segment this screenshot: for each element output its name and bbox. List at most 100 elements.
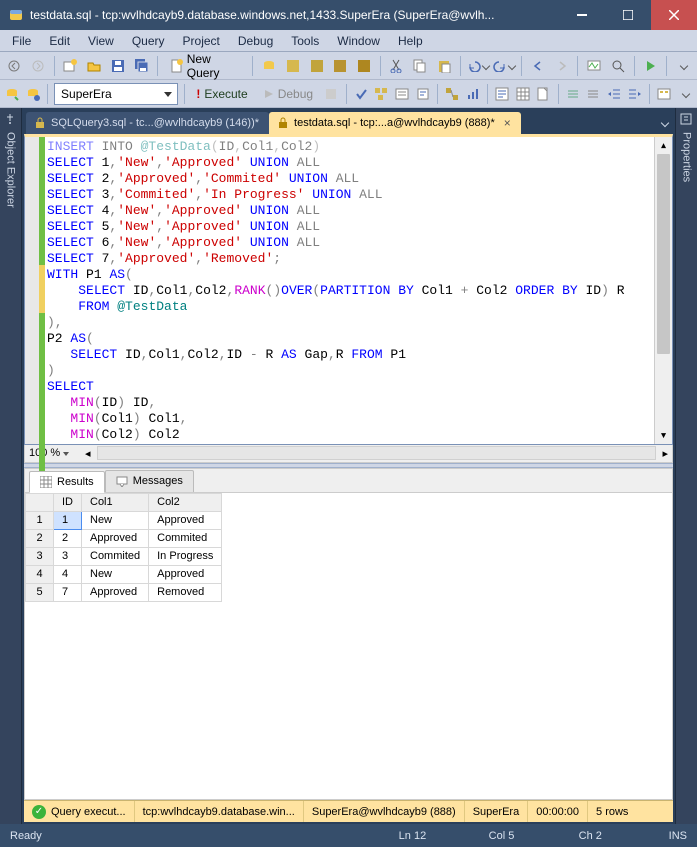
toolbar2-overflow-icon[interactable] xyxy=(676,83,693,105)
xmla-query-icon[interactable] xyxy=(354,55,374,77)
indent-icon[interactable] xyxy=(626,83,643,105)
results-tab[interactable]: Results xyxy=(29,471,105,493)
menu-file[interactable]: File xyxy=(4,32,39,50)
horizontal-scrollbar[interactable] xyxy=(97,446,657,460)
mdx-query-icon[interactable] xyxy=(307,55,327,77)
forward-button[interactable] xyxy=(28,55,48,77)
menu-view[interactable]: View xyxy=(80,32,122,50)
include-plan-icon[interactable] xyxy=(444,83,461,105)
estimated-plan-icon[interactable] xyxy=(373,83,390,105)
document-tabs: SQLQuery3.sql - tc...@wvlhdcayb9 (146))*… xyxy=(24,110,673,134)
zoom-combo[interactable]: 100 % xyxy=(29,447,79,459)
grid-icon xyxy=(40,476,52,488)
paste-button[interactable] xyxy=(434,55,454,77)
app-icon xyxy=(8,7,24,23)
sql-editor-toolbar: SuperEra ! Execute Debug xyxy=(0,80,697,108)
copy-button[interactable] xyxy=(411,55,431,77)
hscroll-right-icon[interactable]: ▸ xyxy=(662,447,668,460)
nav-fwd-icon[interactable] xyxy=(552,55,572,77)
hscroll-left-icon[interactable]: ◂ xyxy=(85,447,91,460)
messages-tab[interactable]: Messages xyxy=(105,470,194,492)
tab-sqlquery3-label: SQLQuery3.sql - tc...@wvlhdcayb9 (146))* xyxy=(51,117,259,129)
back-button[interactable] xyxy=(4,55,24,77)
status-ch: Ch 2 xyxy=(579,830,639,842)
connect-icon[interactable] xyxy=(4,83,21,105)
dmx-query-icon[interactable] xyxy=(330,55,350,77)
col-col1[interactable]: Col1 xyxy=(82,493,149,511)
table-row: 44NewApproved xyxy=(26,565,222,583)
activity-monitor-icon[interactable] xyxy=(584,55,604,77)
app-status-bar: Ready Ln 12 Col 5 Ch 2 INS xyxy=(0,824,697,847)
col-id[interactable]: ID xyxy=(54,493,82,511)
results-to-grid-icon[interactable] xyxy=(514,83,531,105)
results-to-text-icon[interactable] xyxy=(494,83,511,105)
code-content[interactable]: INSERT INTO @TestData(ID,Col1,Col2) SELE… xyxy=(45,137,654,444)
db-engine-query-icon[interactable] xyxy=(259,55,279,77)
rownum-header[interactable] xyxy=(26,493,54,511)
menu-debug[interactable]: Debug xyxy=(230,32,281,50)
query-options-icon[interactable] xyxy=(394,83,411,105)
execute-button[interactable]: ! Execute xyxy=(190,83,253,105)
scroll-up-icon[interactable]: ▴ xyxy=(655,137,672,154)
find-icon[interactable] xyxy=(608,55,628,77)
status-ins: INS xyxy=(669,830,687,842)
menu-tools[interactable]: Tools xyxy=(283,32,327,50)
tab-testdata[interactable]: testdata.sql - tcp:...a@wvlhdcayb9 (888)… xyxy=(269,112,521,134)
vertical-scrollbar[interactable]: ▴ ▾ xyxy=(654,137,672,444)
parse-icon[interactable] xyxy=(352,83,369,105)
database-combo-value: SuperEra xyxy=(61,87,112,101)
menu-window[interactable]: Window xyxy=(329,32,388,50)
undo-button[interactable] xyxy=(467,55,489,77)
object-explorer-tab[interactable]: Object Explorer xyxy=(0,108,22,824)
elapsed-cell: 00:00:00 xyxy=(528,801,588,822)
new-query-label: New Query xyxy=(187,52,241,80)
intellisense-icon[interactable] xyxy=(414,83,431,105)
menubar: File Edit View Query Project Debug Tools… xyxy=(0,30,697,52)
start-icon[interactable] xyxy=(641,55,661,77)
new-query-button[interactable]: New Query xyxy=(164,55,246,77)
toolbar-overflow-icon[interactable] xyxy=(673,55,693,77)
cut-button[interactable] xyxy=(387,55,407,77)
as-query-icon[interactable] xyxy=(283,55,303,77)
results-tabs: Results Messages xyxy=(24,468,673,492)
results-grid[interactable]: ID Col1 Col2 11NewApproved 22ApprovedCom… xyxy=(24,492,673,801)
include-stats-icon[interactable] xyxy=(464,83,481,105)
save-all-button[interactable] xyxy=(132,55,152,77)
cancel-query-icon[interactable] xyxy=(323,83,340,105)
maximize-button[interactable] xyxy=(605,0,651,30)
specify-template-icon[interactable] xyxy=(656,83,673,105)
col-col2[interactable]: Col2 xyxy=(149,493,222,511)
menu-edit[interactable]: Edit xyxy=(41,32,78,50)
editor-gutter xyxy=(25,137,39,444)
debug-button[interactable]: Debug xyxy=(258,83,319,105)
code-editor[interactable]: INSERT INTO @TestData(ID,Col1,Col2) SELE… xyxy=(24,134,673,445)
scroll-thumb[interactable] xyxy=(657,154,670,354)
save-button[interactable] xyxy=(108,55,128,77)
database-combo[interactable]: SuperEra xyxy=(54,83,178,105)
new-project-button[interactable] xyxy=(60,55,80,77)
menu-project[interactable]: Project xyxy=(175,32,228,50)
properties-tab[interactable]: Properties xyxy=(675,108,697,824)
query-state-label: Query execut... xyxy=(51,806,126,818)
menu-query[interactable]: Query xyxy=(124,32,173,50)
close-tab-icon[interactable]: × xyxy=(504,116,511,130)
tab-sqlquery3[interactable]: SQLQuery3.sql - tc...@wvlhdcayb9 (146))* xyxy=(26,112,269,134)
tab-testdata-label: testdata.sql - tcp:...a@wvlhdcayb9 (888)… xyxy=(294,117,495,129)
open-button[interactable] xyxy=(84,55,104,77)
minimize-button[interactable] xyxy=(559,0,605,30)
outdent-icon[interactable] xyxy=(606,83,623,105)
change-connection-icon[interactable] xyxy=(25,83,42,105)
uncomment-icon[interactable] xyxy=(585,83,602,105)
redo-button[interactable] xyxy=(493,55,515,77)
tab-list-dropdown[interactable] xyxy=(655,112,673,134)
success-icon: ✓ xyxy=(32,805,46,819)
scroll-down-icon[interactable]: ▾ xyxy=(655,427,672,444)
menu-help[interactable]: Help xyxy=(390,32,431,50)
comment-icon[interactable] xyxy=(564,83,581,105)
editor-footer: 100 % ◂ ▸ xyxy=(24,445,673,463)
close-button[interactable] xyxy=(651,0,697,30)
rows-cell: 5 rows xyxy=(588,801,636,822)
results-to-file-icon[interactable] xyxy=(535,83,552,105)
nav-back-icon[interactable] xyxy=(528,55,548,77)
table-row: 22ApprovedCommited xyxy=(26,529,222,547)
